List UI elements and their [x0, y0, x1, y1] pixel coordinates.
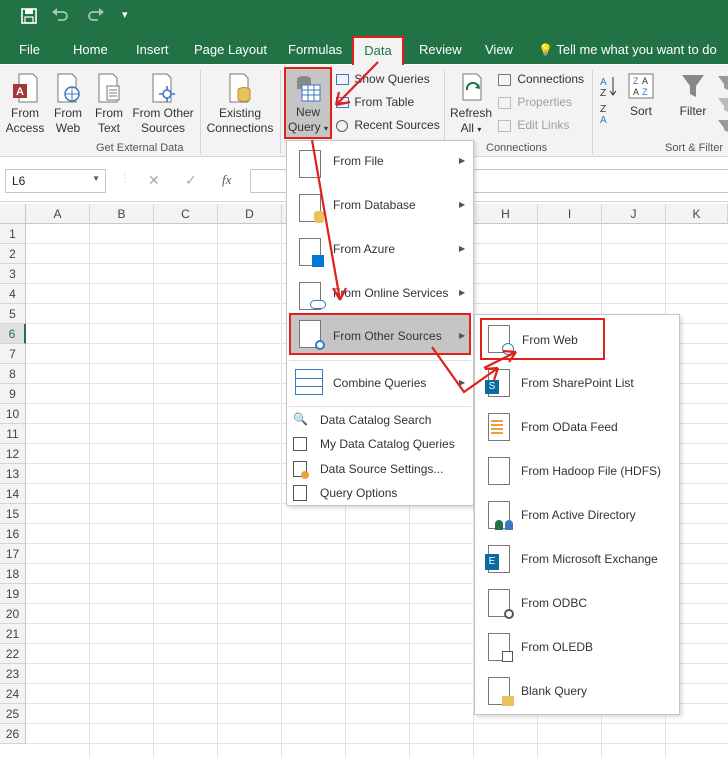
- annotation-arrows: [310, 61, 517, 394]
